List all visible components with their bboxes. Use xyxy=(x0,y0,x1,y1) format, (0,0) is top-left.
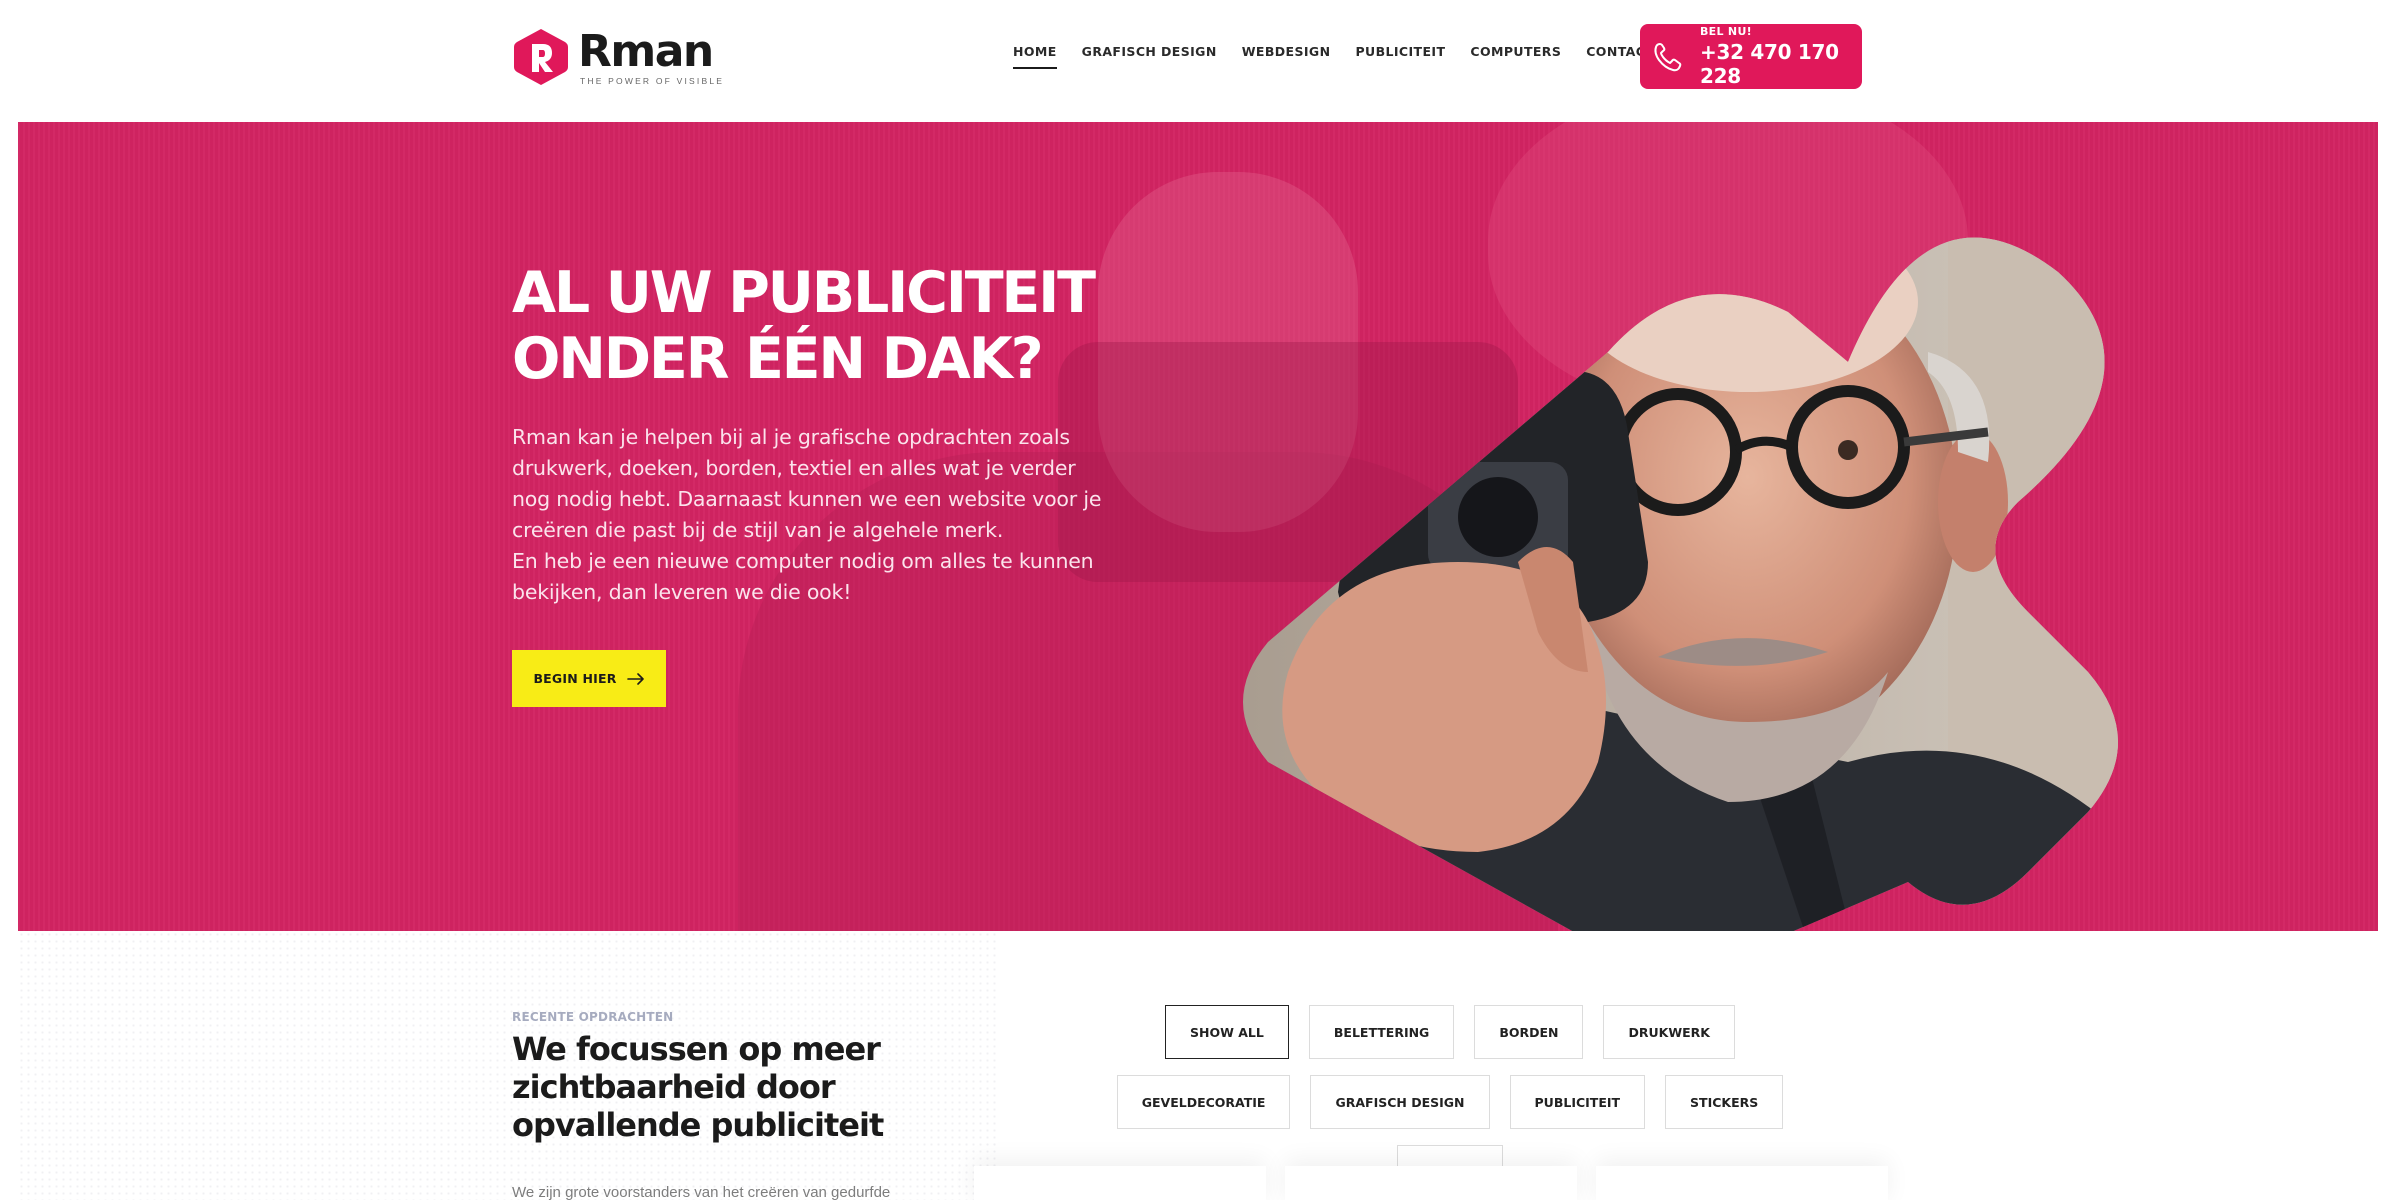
nav-item-computers[interactable]: COMPUTERS xyxy=(1470,44,1561,69)
logo-name: Rman xyxy=(578,25,714,77)
nav-item-grafisch-design[interactable]: GRAFISCH DESIGN xyxy=(1082,44,1217,69)
call-now-button[interactable]: BEL NU! +32 470 170 228 xyxy=(1640,24,1862,89)
filter-drukwerk[interactable]: DRUKWERK xyxy=(1603,1005,1735,1059)
call-label: BEL NU! xyxy=(1700,25,1752,38)
filter-grafisch-design[interactable]: GRAFISCH DESIGN xyxy=(1310,1075,1490,1129)
filter-stickers[interactable]: STICKERS xyxy=(1665,1075,1784,1129)
nav-item-home[interactable]: HOME xyxy=(1013,44,1057,69)
hero-title-line-2: ONDER ÉÉN DAK? xyxy=(512,326,1044,392)
begin-hier-button[interactable]: BEGIN HIER xyxy=(512,650,666,707)
hero-description-line: bekijken, dan leveren we die ook! xyxy=(512,580,852,604)
filter-belettering[interactable]: BELETTERING xyxy=(1308,1005,1455,1059)
logo-hexagon-icon xyxy=(512,27,570,87)
phone-icon xyxy=(1650,39,1686,75)
nav-item-publiciteit[interactable]: PUBLICITEIT xyxy=(1355,44,1445,69)
call-number: +32 470 170 228 xyxy=(1700,40,1839,88)
hero-title: AL UW PUBLICITEIT ONDER ÉÉN DAK? xyxy=(512,260,1212,392)
section-title: We focussen op meer zichtbaarheid door o… xyxy=(512,1030,884,1144)
hero-description-line: nog nodig hebt. Daarnaast kunnen we een … xyxy=(512,487,1102,511)
portfolio-card[interactable] xyxy=(974,1166,1266,1200)
nav-item-webdesign[interactable]: WEBDESIGN xyxy=(1242,44,1331,69)
hero-description-line: creëren die past bij de stijl van je alg… xyxy=(512,518,1004,542)
hero-banner: AL UW PUBLICITEIT ONDER ÉÉN DAK? Rman ka… xyxy=(18,122,2378,931)
hero-description-line: Rman kan je helpen bij al je grafische o… xyxy=(512,425,1070,449)
begin-hier-label: BEGIN HIER xyxy=(533,671,617,686)
section-eyebrow: RECENTE OPDRACHTEN xyxy=(512,1010,674,1024)
arrow-right-icon xyxy=(626,672,645,685)
section-lead: We zijn grote voorstanders van het creër… xyxy=(512,1186,891,1200)
hero-photo xyxy=(1228,202,2278,931)
portfolio-card[interactable] xyxy=(1596,1166,1888,1200)
hero-description-line: drukwerk, doeken, borden, textiel en all… xyxy=(512,456,1076,480)
hero-title-line-1: AL UW PUBLICITEIT xyxy=(512,260,1096,326)
filter-show-all[interactable]: SHOW ALL xyxy=(1165,1005,1289,1059)
filter-geveldecoratie[interactable]: GEVELDECORATIE xyxy=(1116,1075,1291,1129)
hero-description-line: En heb je een nieuwe computer nodig om a… xyxy=(512,549,1094,573)
filter-publiciteit[interactable]: PUBLICITEIT xyxy=(1509,1075,1646,1129)
hero-description: Rman kan je helpen bij al je grafische o… xyxy=(512,422,1122,608)
main-nav: HOME GRAFISCH DESIGN WEBDESIGN PUBLICITE… xyxy=(1013,44,1679,69)
logo[interactable]: Rman THE POWER OF VISIBLE xyxy=(512,25,724,89)
site-header: Rman THE POWER OF VISIBLE HOME GRAFISCH … xyxy=(0,0,2400,122)
filter-borden[interactable]: BORDEN xyxy=(1474,1005,1584,1059)
portfolio-card[interactable] xyxy=(1285,1166,1577,1200)
logo-tagline: THE POWER OF VISIBLE xyxy=(580,75,725,86)
